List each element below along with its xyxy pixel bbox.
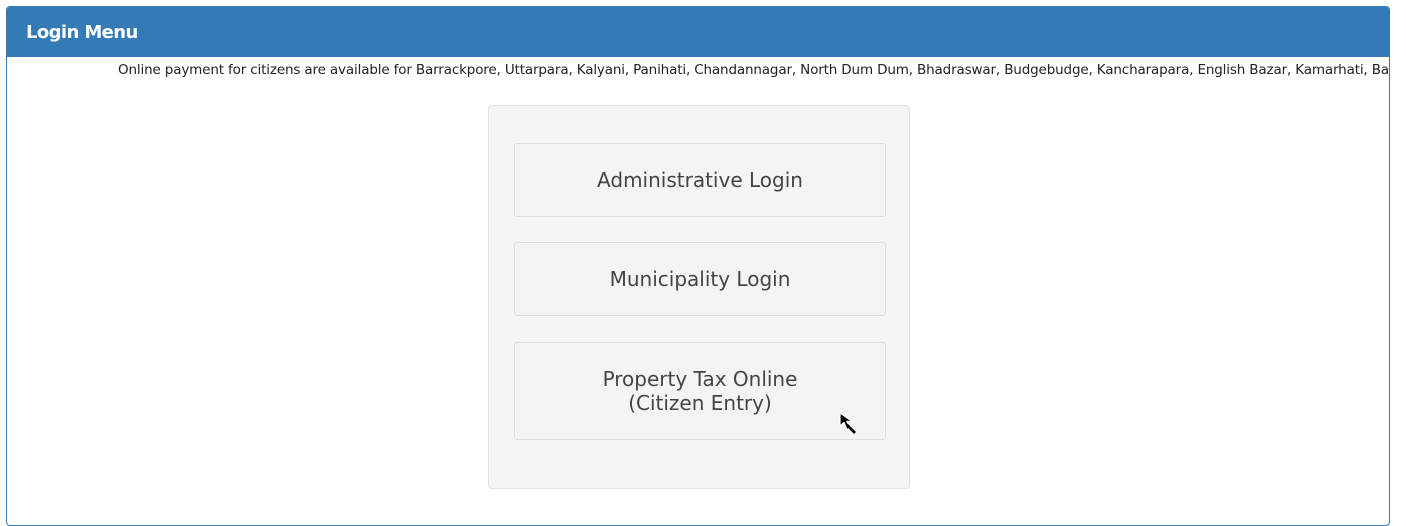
property-tax-label-line1: Property Tax Online — [602, 367, 798, 391]
panel-title: Login Menu — [26, 21, 138, 43]
notice-marquee: Online payment for citizens are availabl… — [7, 57, 1389, 83]
property-tax-online-button[interactable]: Property Tax Online (Citizen Entry) — [514, 342, 886, 440]
panel-heading: Login Menu — [7, 7, 1389, 57]
property-tax-label-line2: (Citizen Entry) — [628, 391, 772, 415]
municipality-login-button[interactable]: Municipality Login — [514, 242, 886, 316]
municipality-login-label: Municipality Login — [609, 267, 791, 291]
administrative-login-label: Administrative Login — [597, 168, 803, 192]
administrative-login-button[interactable]: Administrative Login — [514, 143, 886, 217]
mouse-pointer-icon — [839, 412, 856, 434]
login-menu-panel: Login Menu Online payment for citizens a… — [6, 6, 1390, 526]
notice-text: Online payment for citizens are availabl… — [118, 62, 1389, 78]
